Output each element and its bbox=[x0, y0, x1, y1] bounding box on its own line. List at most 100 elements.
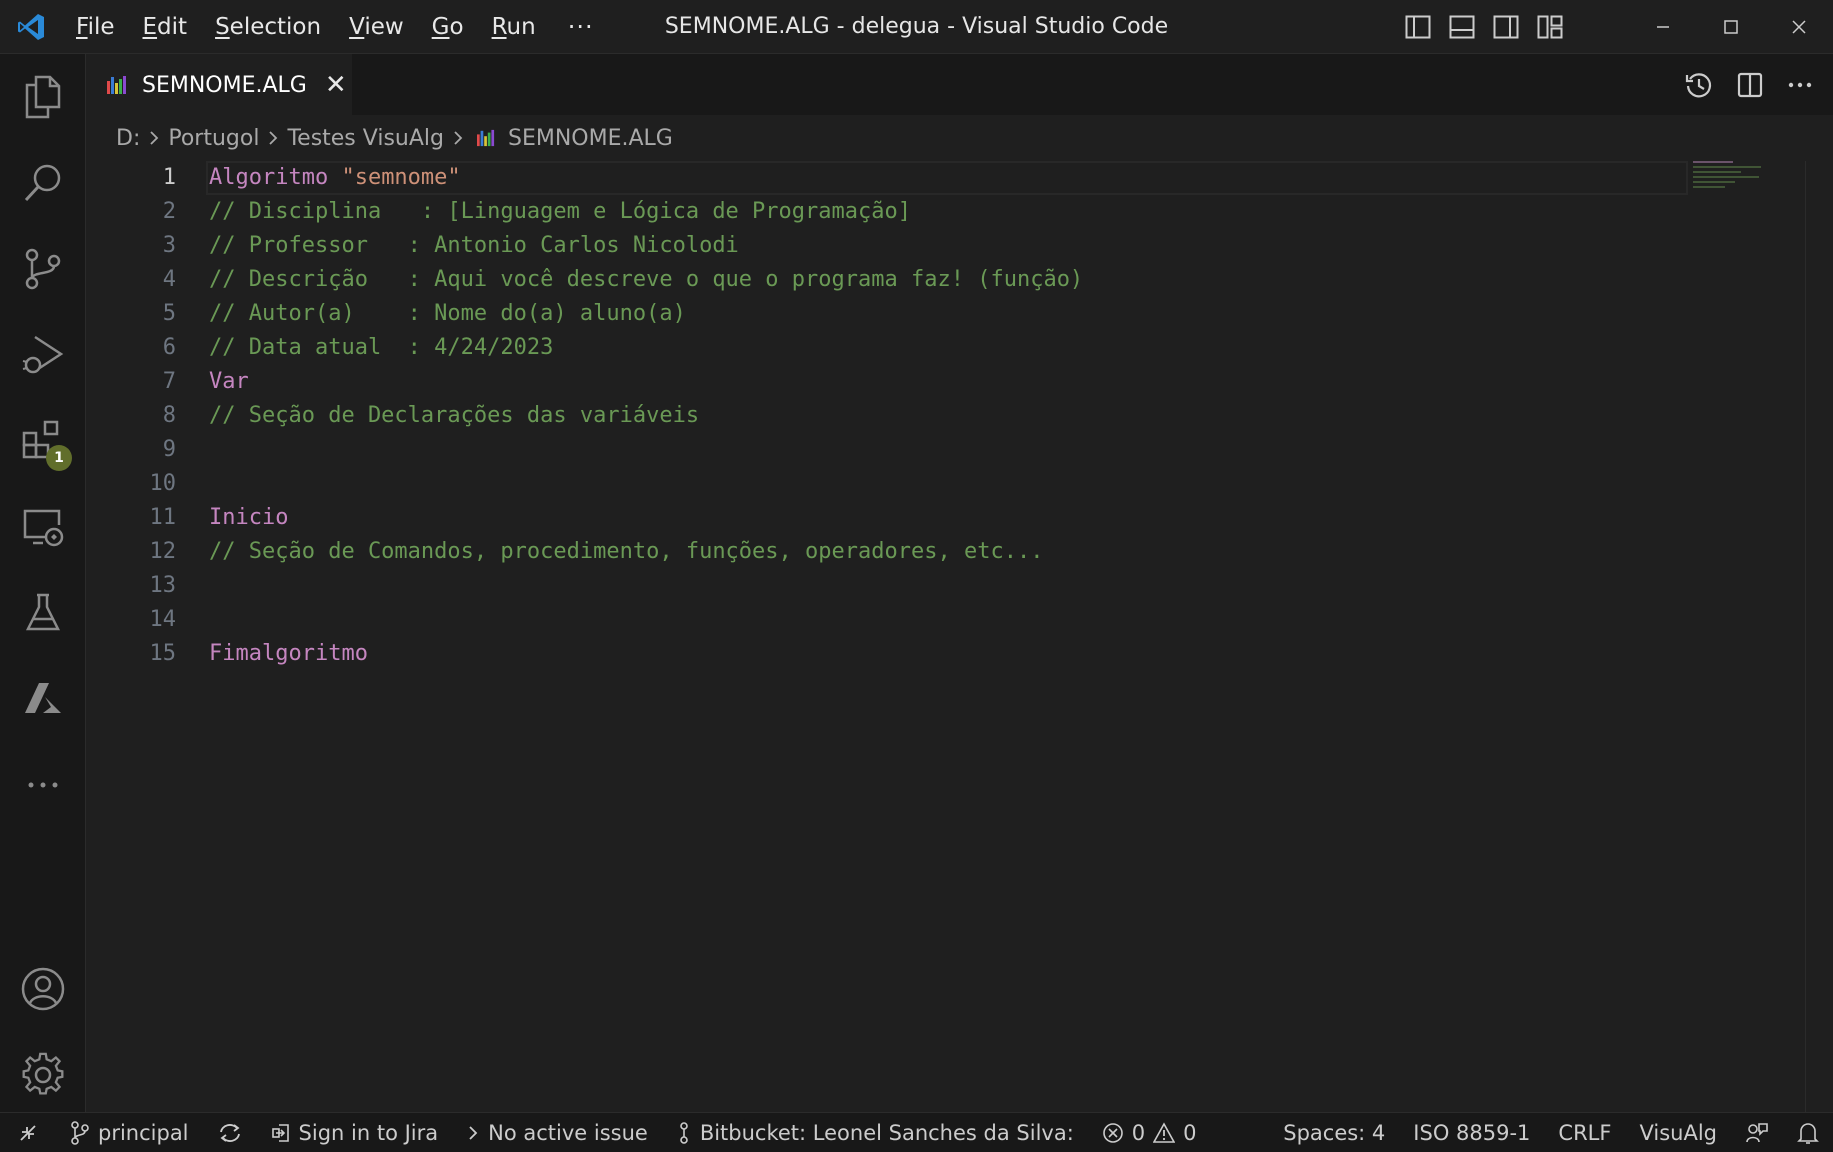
menu-selection[interactable]: Selection bbox=[201, 0, 335, 54]
chevron-right-icon bbox=[267, 129, 279, 147]
layout-controls bbox=[1405, 0, 1563, 54]
tab-close-icon[interactable]: ✕ bbox=[325, 70, 347, 100]
timeline-history-icon[interactable] bbox=[1685, 71, 1713, 99]
error-icon bbox=[1102, 1122, 1124, 1144]
bitbucket-label: Bitbucket: Leonel Sanches da Silva: bbox=[699, 1120, 1074, 1145]
code-editor[interactable]: 1 2 3 4 5 6 7 8 9 10 11 12 13 14 15 Algo… bbox=[86, 161, 1833, 1112]
line-number: 7 bbox=[162, 369, 176, 394]
feedback-icon bbox=[1745, 1121, 1769, 1145]
activity-bar: 1 bbox=[0, 54, 86, 1112]
explorer-icon[interactable] bbox=[0, 54, 86, 140]
toggle-primary-sidebar-icon[interactable] bbox=[1405, 15, 1431, 39]
minimap[interactable] bbox=[1693, 161, 1763, 201]
line-number: 6 bbox=[162, 335, 176, 360]
sync-button[interactable] bbox=[203, 1113, 257, 1152]
code-line-12: // Seção de Comandos, procedimento, funç… bbox=[209, 539, 1044, 564]
breadcrumb: D: Portugol Testes VisuAlg SEMNOME.ALG bbox=[86, 115, 1833, 161]
minimize-button[interactable] bbox=[1629, 0, 1697, 54]
remote-icon bbox=[18, 1123, 38, 1143]
toggle-panel-icon[interactable] bbox=[1449, 15, 1475, 39]
bell-icon bbox=[1797, 1121, 1819, 1145]
status-bar-right: Spaces: 4 ISO 8859-1 CRLF VisuAlg bbox=[1269, 1113, 1833, 1152]
menu-go[interactable]: Go bbox=[418, 0, 478, 54]
menu-file[interactable]: File bbox=[62, 0, 129, 54]
line-number: 3 bbox=[162, 233, 176, 258]
warning-icon bbox=[1153, 1121, 1176, 1144]
line-number: 5 bbox=[162, 301, 176, 326]
line-number: 1 bbox=[162, 165, 176, 190]
source-control-icon[interactable] bbox=[0, 226, 86, 312]
code-line-4: // Descrição : Aqui você descreve o que … bbox=[209, 267, 1084, 292]
line-number: 10 bbox=[149, 471, 177, 496]
code-line-3: // Professor : Antonio Carlos Nicolodi bbox=[209, 233, 739, 258]
line-number: 4 bbox=[162, 267, 176, 292]
toggle-secondary-sidebar-icon[interactable] bbox=[1493, 15, 1519, 39]
vscode-logo-icon bbox=[0, 0, 62, 54]
indentation-setting[interactable]: Spaces: 4 bbox=[1269, 1113, 1399, 1152]
code-line-5: // Autor(a) : Nome do(a) aluno(a) bbox=[209, 301, 686, 326]
notifications-button[interactable] bbox=[1783, 1113, 1833, 1152]
code-line-1: Algoritmo "semnome" bbox=[209, 161, 461, 195]
pull-request-icon bbox=[676, 1121, 692, 1145]
maximize-button[interactable] bbox=[1697, 0, 1765, 54]
code-line-15: Fimalgoritmo bbox=[209, 641, 368, 666]
git-branch-icon bbox=[70, 1120, 90, 1145]
visualg-file-icon bbox=[476, 129, 496, 147]
sync-icon bbox=[217, 1122, 243, 1144]
code-line-11: Inicio bbox=[209, 505, 289, 530]
editor-actions bbox=[1685, 54, 1813, 115]
remote-indicator[interactable] bbox=[0, 1113, 56, 1152]
tab-bar: SEMNOME.ALG ✕ bbox=[86, 54, 1833, 115]
breadcrumb-file[interactable]: SEMNOME.ALG bbox=[508, 126, 673, 151]
customize-layout-icon[interactable] bbox=[1537, 15, 1563, 39]
encoding-setting[interactable]: ISO 8859-1 bbox=[1399, 1113, 1544, 1152]
line-number: 15 bbox=[149, 641, 177, 666]
bitbucket-status[interactable]: Bitbucket: Leonel Sanches da Silva: bbox=[662, 1113, 1088, 1152]
manage-gear-icon[interactable] bbox=[0, 1032, 86, 1118]
status-bar: principal Sign in to Jira No active issu… bbox=[0, 1112, 1833, 1152]
azure-icon[interactable] bbox=[0, 656, 86, 742]
breadcrumb-drive[interactable]: D: bbox=[116, 126, 140, 151]
line-number: 8 bbox=[162, 403, 176, 428]
testing-icon[interactable] bbox=[0, 570, 86, 656]
warning-count: 0 bbox=[1183, 1120, 1197, 1145]
menu-edit[interactable]: Edit bbox=[129, 0, 202, 54]
jira-sign-in[interactable]: Sign in to Jira bbox=[257, 1113, 453, 1152]
search-icon[interactable] bbox=[0, 140, 86, 226]
title-bar: File Edit Selection View Go Run ··· SEMN… bbox=[0, 0, 1833, 54]
more-actions-icon[interactable] bbox=[1787, 81, 1813, 89]
active-issue[interactable]: No active issue bbox=[452, 1113, 662, 1152]
extensions-icon[interactable]: 1 bbox=[0, 398, 86, 484]
branch-indicator[interactable]: principal bbox=[56, 1113, 203, 1152]
window-controls bbox=[1629, 0, 1833, 54]
tab-semnome-alg[interactable]: SEMNOME.ALG ✕ bbox=[86, 54, 352, 115]
menu-more-button[interactable]: ··· bbox=[550, 13, 612, 41]
menu-run[interactable]: Run bbox=[478, 0, 550, 54]
code-line-6: // Data atual : 4/24/2023 bbox=[209, 335, 554, 360]
code-line-2: // Disciplina : [Linguagem e Lógica de P… bbox=[209, 199, 911, 224]
string-token: "semnome" bbox=[341, 165, 461, 190]
jira-label: Sign in to Jira bbox=[298, 1120, 439, 1145]
tab-label: SEMNOME.ALG bbox=[142, 72, 307, 98]
extensions-badge: 1 bbox=[46, 445, 72, 471]
eol-setting[interactable]: CRLF bbox=[1544, 1113, 1625, 1152]
line-number: 14 bbox=[149, 607, 177, 632]
menu-view[interactable]: View bbox=[335, 0, 418, 54]
branch-name: principal bbox=[98, 1120, 189, 1145]
breadcrumb-portugol[interactable]: Portugol bbox=[168, 126, 259, 151]
problems-indicator[interactable]: 0 0 bbox=[1088, 1113, 1211, 1152]
close-window-button[interactable] bbox=[1765, 0, 1833, 54]
accounts-icon[interactable] bbox=[0, 946, 86, 1032]
language-mode[interactable]: VisuAlg bbox=[1625, 1113, 1731, 1152]
split-editor-icon[interactable] bbox=[1737, 72, 1763, 98]
vertical-scrollbar[interactable] bbox=[1805, 161, 1833, 1112]
line-number: 11 bbox=[149, 505, 177, 530]
keyword-token: Algoritmo bbox=[209, 165, 342, 190]
more-views-icon[interactable] bbox=[0, 742, 86, 828]
sign-in-icon bbox=[271, 1122, 291, 1144]
feedback-button[interactable] bbox=[1731, 1113, 1783, 1152]
line-number: 13 bbox=[149, 573, 177, 598]
remote-explorer-icon[interactable] bbox=[0, 484, 86, 570]
breadcrumb-testes-visualg[interactable]: Testes VisuAlg bbox=[287, 126, 444, 151]
run-and-debug-icon[interactable] bbox=[0, 312, 86, 398]
